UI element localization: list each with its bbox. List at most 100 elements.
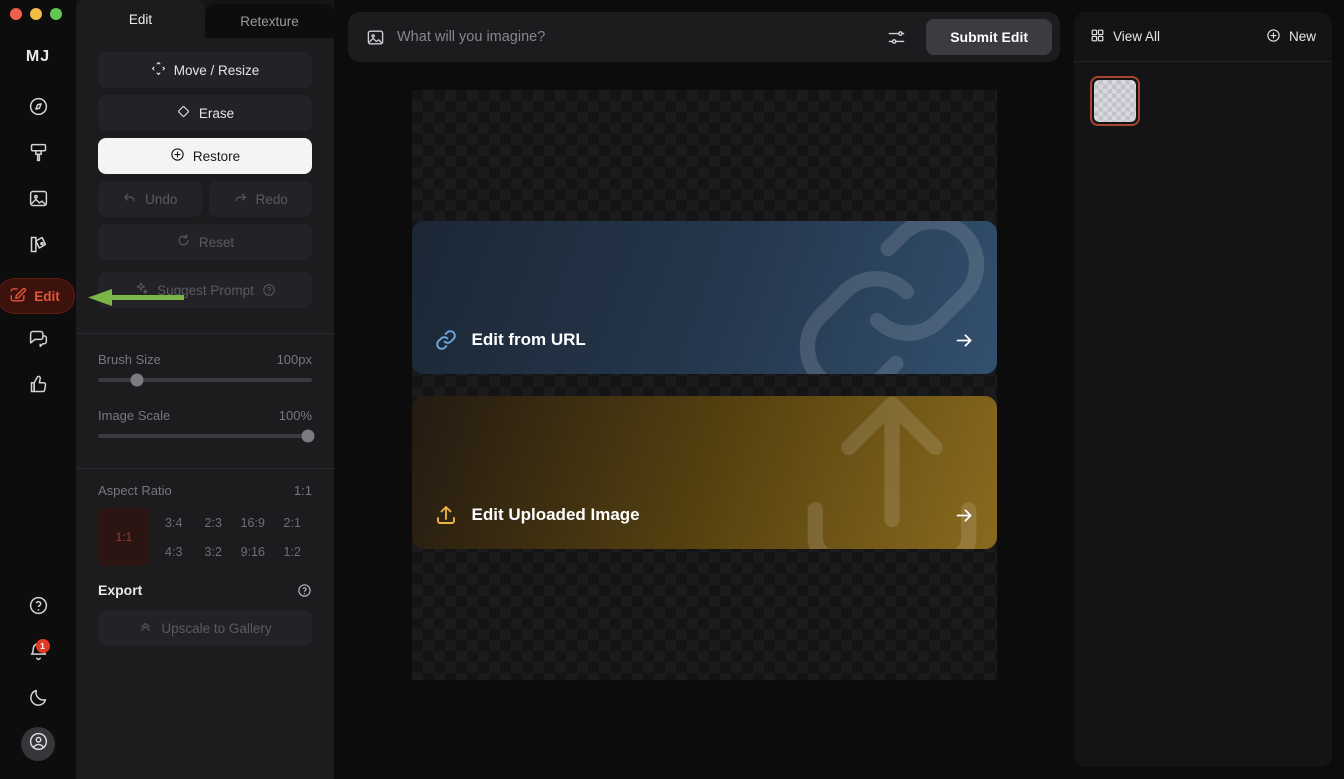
minimize-button[interactable] [30,8,42,20]
brush-size-slider[interactable] [98,373,312,387]
aspect-ratio-option[interactable]: 9:16 [233,537,273,566]
image-scale-thumb[interactable] [301,429,315,443]
help-circle-icon[interactable] [262,283,276,297]
image-icon[interactable] [366,28,385,47]
reset-label: Reset [198,234,235,250]
tool-buttons: Move / Resize Erase Restore Undo Redo Re… [76,38,334,323]
tab-edit[interactable]: Edit [76,0,205,38]
erase-button[interactable]: Erase [98,95,312,131]
brush-size-thumb[interactable] [130,373,144,387]
aspect-ratio-option[interactable]: 16:9 [233,508,273,537]
export-section: Export Upscale to Gallery [76,566,334,646]
app-logo[interactable]: MJ [26,48,50,66]
sidebar-item-help[interactable] [19,589,57,627]
aspect-ratio-option[interactable]: 3:4 [154,508,194,537]
history-buttons: Undo Redo [98,181,312,217]
window-controls [10,8,62,20]
grid-icon [1090,28,1105,46]
view-all-label: View All [1113,29,1161,44]
aspect-ratio-value: 1:1 [293,483,312,498]
aspect-ratio-option[interactable]: 4:3 [154,537,194,566]
new-button[interactable]: New [1266,28,1316,46]
gallery-panel: View All New [1074,12,1332,767]
sliders-icon[interactable] [879,28,914,47]
aspect-ratio-option[interactable]: 2:1 [273,508,313,537]
edit-uploaded-image-label: Edit Uploaded Image [471,505,640,524]
submit-edit-button[interactable]: Submit Edit [926,19,1052,55]
sidebar-item-organize[interactable] [19,182,57,220]
sidebar-item-explore[interactable] [19,90,57,128]
aspect-ratio-current[interactable]: 1:1 [98,508,150,566]
aspect-ratio-option[interactable]: 2:3 [194,508,234,537]
palette-icon [28,234,49,260]
restore-button[interactable]: Restore [98,138,312,174]
moon-icon [28,687,49,713]
view-all-button[interactable]: View All [1090,28,1160,46]
aspect-ratio-option[interactable]: 3:2 [194,537,234,566]
help-circle-icon[interactable] [297,583,312,598]
edit-panel: Edit Retexture Move / Resize Erase Resto… [76,0,334,779]
panel-body: Move / Resize Erase Restore Undo Redo Re… [76,38,334,779]
edit-uploaded-image-card[interactable]: Edit Uploaded Image [411,396,997,549]
paintbrush-icon [28,142,49,168]
upscale-to-gallery-button[interactable]: Upscale to Gallery [98,610,312,646]
move-resize-button[interactable]: Move / Resize [98,52,312,88]
chevron-up-double-icon [138,619,153,637]
sidebar-item-rate[interactable] [19,368,57,406]
redo-label: Redo [255,191,288,207]
tab-retexture[interactable]: Retexture [205,4,334,38]
erase-label: Erase [198,105,235,121]
gallery-thumbnail[interactable] [1090,76,1140,126]
aspect-ratio-label: Aspect Ratio [98,483,172,498]
close-button[interactable] [10,8,22,20]
sidebar-item-create[interactable] [19,136,57,174]
compass-icon [28,96,49,122]
notification-badge: 1 [35,639,50,653]
sidebar-item-theme[interactable] [19,681,57,719]
new-label: New [1288,29,1316,44]
arrow-right-icon[interactable] [954,330,975,351]
sidebar-item-chat[interactable] [19,322,57,360]
app-window: MJ Edit 1 Edit Retexture Move / Resize E… [0,0,1344,779]
reset-button[interactable]: Reset [98,224,312,260]
brush-size-value: 100px [276,352,312,367]
edit-from-url-label: Edit from URL [471,330,586,349]
gallery-panel-header: View All New [1074,12,1332,62]
redo-button[interactable]: Redo [208,181,312,217]
prompt-bar: Submit Edit [348,12,1060,62]
sidebar-item-account[interactable] [21,727,55,761]
canvas-wrapper: Edit from URL Edit Uploaded Image [334,62,1074,779]
upload-icon [434,503,458,527]
aspect-ratio-option[interactable]: 1:2 [273,537,313,566]
image-scale-slider[interactable] [98,429,315,443]
export-title: Export [98,582,143,598]
restore-label: Restore [192,148,241,164]
image-scale-control: Image Scale 100% [98,408,315,443]
brush-size-control: Brush Size 100px [98,352,312,387]
image-icon [28,188,49,214]
plus-circle-icon [1266,28,1281,46]
thumbs-up-icon [28,374,49,400]
edit-from-url-card[interactable]: Edit from URL [411,221,997,374]
sidebar-item-personalize[interactable] [19,228,57,266]
move-resize-label: Move / Resize [173,62,260,78]
sidebar-item-edit[interactable]: Edit [0,278,75,314]
maximize-button[interactable] [50,8,62,20]
help-circle-icon [28,595,49,621]
undo-button[interactable]: Undo [98,181,202,217]
image-scale-value: 100% [278,408,312,423]
suggest-prompt-button[interactable]: Suggest Prompt [98,272,312,308]
editor-canvas[interactable]: Edit from URL Edit Uploaded Image [411,90,997,680]
edit-square-icon [8,285,27,307]
account-icon [28,731,49,757]
sidebar-item-notifications[interactable]: 1 [19,635,57,673]
undo-label: Undo [145,191,178,207]
link-icon [434,328,458,352]
chat-icon [28,328,49,354]
sidebar-item-edit-label: Edit [34,288,60,304]
suggest-prompt-label: Suggest Prompt [157,282,254,298]
sparkle-icon [134,281,149,299]
prompt-input[interactable] [397,29,868,45]
redo-icon [233,190,248,208]
arrow-right-icon[interactable] [954,505,975,526]
